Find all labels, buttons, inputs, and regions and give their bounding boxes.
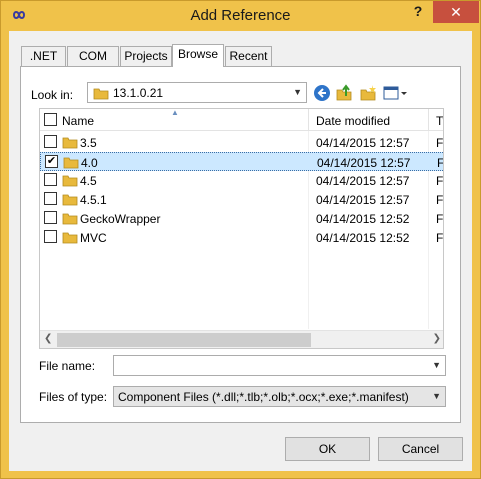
column-separator[interactable] xyxy=(308,109,309,131)
folder-icon xyxy=(62,175,78,187)
sort-up-icon: ▲ xyxy=(171,108,179,117)
scroll-left-icon[interactable]: ❮ xyxy=(44,333,52,344)
scroll-right-icon[interactable]: ❯ xyxy=(433,333,441,344)
close-button[interactable]: ✕ xyxy=(433,1,479,23)
new-folder-icon[interactable] xyxy=(359,84,377,102)
folder-icon xyxy=(62,137,78,149)
view-menu-icon[interactable] xyxy=(383,84,409,102)
file-name-label: File name: xyxy=(39,359,96,373)
row-name: MVC xyxy=(80,231,107,245)
file-list[interactable]: ▲ Name Date modified Ty 3.5 04/14/2015 12… xyxy=(39,108,444,349)
file-row[interactable]: 4.5 04/14/2015 12:57 Fi xyxy=(40,171,444,190)
row-checkbox[interactable] xyxy=(44,192,57,205)
chevron-down-icon: ▼ xyxy=(293,87,302,97)
add-reference-dialog: Add Reference ? ✕ .NET COM Projects Brow… xyxy=(0,0,481,479)
tab-com[interactable]: COM xyxy=(67,46,119,66)
row-name: 4.5 xyxy=(80,174,97,188)
ok-button[interactable]: OK xyxy=(285,437,370,461)
row-date-modified: 04/14/2015 12:57 xyxy=(316,193,410,207)
row-type: Fi xyxy=(437,156,444,170)
file-row[interactable]: ✔ 4.0 04/14/2015 12:57 Fi xyxy=(40,152,444,171)
folder-icon xyxy=(62,232,78,244)
scroll-thumb[interactable] xyxy=(57,333,311,347)
look-in-value: 13.1.0.21 xyxy=(113,86,164,100)
folder-icon xyxy=(62,194,78,206)
select-all-checkbox[interactable] xyxy=(44,113,57,126)
file-row[interactable]: 4.5.1 04/14/2015 12:57 Fi xyxy=(40,190,444,209)
row-name: 3.5 xyxy=(80,136,97,150)
file-row[interactable]: MVC 04/14/2015 12:52 Fi xyxy=(40,228,444,247)
row-date-modified: 04/14/2015 12:52 xyxy=(316,231,410,245)
file-name-input[interactable]: ▼ xyxy=(113,355,446,376)
row-checkbox[interactable] xyxy=(44,135,57,148)
row-name: 4.5.1 xyxy=(80,193,107,207)
tab-recent[interactable]: Recent xyxy=(225,46,272,66)
folder-icon xyxy=(62,213,78,225)
row-checkbox[interactable] xyxy=(44,211,57,224)
column-name[interactable]: Name xyxy=(62,114,94,128)
row-checkbox[interactable] xyxy=(44,173,57,186)
row-date-modified: 04/14/2015 12:57 xyxy=(317,156,411,170)
tab-projects[interactable]: Projects xyxy=(120,46,172,66)
row-type: Fi xyxy=(436,231,444,245)
horizontal-scrollbar[interactable]: ❮ ❯ xyxy=(40,330,443,348)
files-of-type-value: Component Files (*.dll;*.tlb;*.olb;*.ocx… xyxy=(118,390,409,404)
look-in-dropdown[interactable]: 13.1.0.21 ▼ xyxy=(87,82,307,103)
column-date-modified[interactable]: Date modified xyxy=(316,114,390,128)
help-button[interactable]: ? xyxy=(405,3,431,25)
files-of-type-dropdown[interactable]: Component Files (*.dll;*.tlb;*.olb;*.ocx… xyxy=(113,386,446,407)
row-date-modified: 04/14/2015 12:52 xyxy=(316,212,410,226)
back-icon[interactable] xyxy=(313,84,331,102)
row-date-modified: 04/14/2015 12:57 xyxy=(316,174,410,188)
column-type[interactable]: Ty xyxy=(436,114,443,128)
row-checkbox[interactable] xyxy=(44,230,57,243)
file-row[interactable]: 3.5 04/14/2015 12:57 Fi xyxy=(40,133,444,152)
tab-browse[interactable]: Browse xyxy=(172,44,224,67)
dialog-client: .NET COM Projects Browse Recent Look in:… xyxy=(9,31,472,471)
row-type: Fi xyxy=(436,174,444,188)
folder-icon xyxy=(63,157,79,169)
row-date-modified: 04/14/2015 12:57 xyxy=(316,136,410,150)
chevron-down-icon[interactable]: ▼ xyxy=(432,360,441,370)
up-folder-icon[interactable] xyxy=(335,84,353,102)
look-in-label: Look in: xyxy=(31,88,74,102)
column-separator[interactable] xyxy=(428,109,429,131)
row-name: GeckoWrapper xyxy=(80,212,161,226)
row-type: Fi xyxy=(436,193,444,207)
file-row[interactable]: GeckoWrapper 04/14/2015 12:52 Fi xyxy=(40,209,444,228)
tab-dotnet[interactable]: .NET xyxy=(21,46,66,66)
row-checkbox[interactable]: ✔ xyxy=(45,155,58,168)
folder-icon xyxy=(93,88,109,100)
files-of-type-label: Files of type: xyxy=(39,390,108,404)
title-bar[interactable]: Add Reference ? ✕ xyxy=(1,1,480,31)
cancel-button[interactable]: Cancel xyxy=(378,437,463,461)
row-type: Fi xyxy=(436,212,444,226)
row-name: 4.0 xyxy=(81,156,98,170)
chevron-down-icon: ▼ xyxy=(432,391,441,401)
row-type: Fi xyxy=(436,136,444,150)
file-list-header: ▲ Name Date modified Ty xyxy=(40,108,443,131)
